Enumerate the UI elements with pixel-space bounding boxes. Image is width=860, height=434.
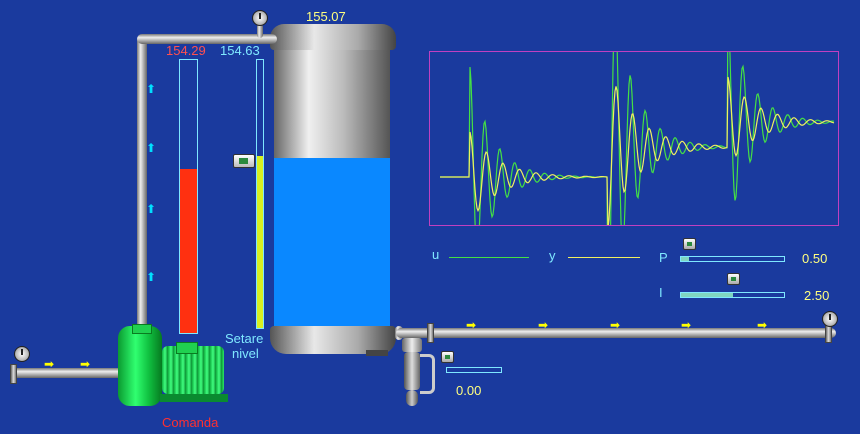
p-value: 0.50: [802, 251, 828, 266]
pump-outlet: [132, 324, 152, 334]
motor-box: [176, 342, 198, 354]
valve-icon[interactable]: [402, 338, 422, 406]
pump-label: Comanda: [162, 415, 219, 430]
p-slider-track[interactable]: [680, 256, 785, 262]
p-slider-thumb[interactable]: [683, 238, 697, 250]
tank-water: [274, 158, 390, 328]
pressure-gauge-icon: [822, 311, 838, 327]
i-label: I: [659, 285, 663, 300]
setpoint-bar[interactable]: [256, 59, 264, 329]
flow-arrow-up-icon: ⬆: [146, 270, 157, 284]
tank-foot: [366, 350, 388, 356]
outlet-slider-track[interactable]: [446, 367, 502, 373]
flow-arrow-up-icon: ⬆: [146, 82, 157, 96]
pressure-gauge-icon: [14, 346, 30, 362]
tank-top-value: 155.07: [306, 9, 346, 24]
p-label: P: [659, 250, 668, 265]
pressure-gauge-icon: [252, 10, 268, 26]
tank-top-cap: [270, 24, 396, 50]
outlet-flange: [427, 323, 434, 343]
pump-icon: [118, 326, 162, 406]
legend-y-label: y: [549, 248, 556, 263]
setpoint-label-line2: nivel: [232, 346, 259, 361]
command-bar-fill: [180, 169, 197, 333]
motor-base: [160, 394, 228, 402]
command-value: 154.29: [166, 43, 206, 58]
trend-chart: [429, 51, 839, 226]
i-slider-track[interactable]: [680, 292, 785, 298]
i-slider-thumb[interactable]: [726, 273, 740, 285]
tank-body: [274, 50, 390, 328]
inlet-flange: [10, 364, 17, 384]
flow-arrow-up-icon: ⬆: [146, 141, 157, 155]
tank: [270, 24, 396, 356]
flow-arrow-icon: ➡: [610, 318, 621, 332]
top-gauge-stem: [257, 24, 263, 38]
setpoint-value: 154.63: [220, 43, 260, 58]
i-value: 2.50: [804, 288, 830, 303]
riser-pipe: [137, 36, 147, 332]
inlet-pipe: [10, 368, 125, 378]
command-bar[interactable]: [179, 59, 198, 334]
flow-arrow-icon: ➡: [757, 318, 768, 332]
flow-arrow-icon: ➡: [466, 318, 477, 332]
flow-arrow-icon: ➡: [538, 318, 549, 332]
setpoint-label-line1: Setare: [225, 331, 264, 346]
i-slider-fill: [681, 293, 733, 297]
outlet-slider-thumb[interactable]: [441, 351, 454, 363]
p-slider-fill: [681, 257, 690, 261]
outlet-value: 0.00: [456, 383, 482, 398]
flow-arrow-up-icon: ⬆: [146, 202, 157, 216]
flow-arrow-icon: ➡: [44, 357, 55, 371]
setpoint-bar-fill: [257, 156, 263, 328]
valve-handle: [420, 354, 435, 394]
setpoint-slider-handle[interactable]: [233, 154, 255, 168]
legend-y-line: [568, 257, 640, 258]
legend-u-label: u: [432, 247, 440, 262]
flow-arrow-icon: ➡: [681, 318, 692, 332]
flow-arrow-icon: ➡: [80, 357, 91, 371]
legend-u-line: [449, 257, 529, 258]
trend-u-line: [440, 52, 835, 225]
